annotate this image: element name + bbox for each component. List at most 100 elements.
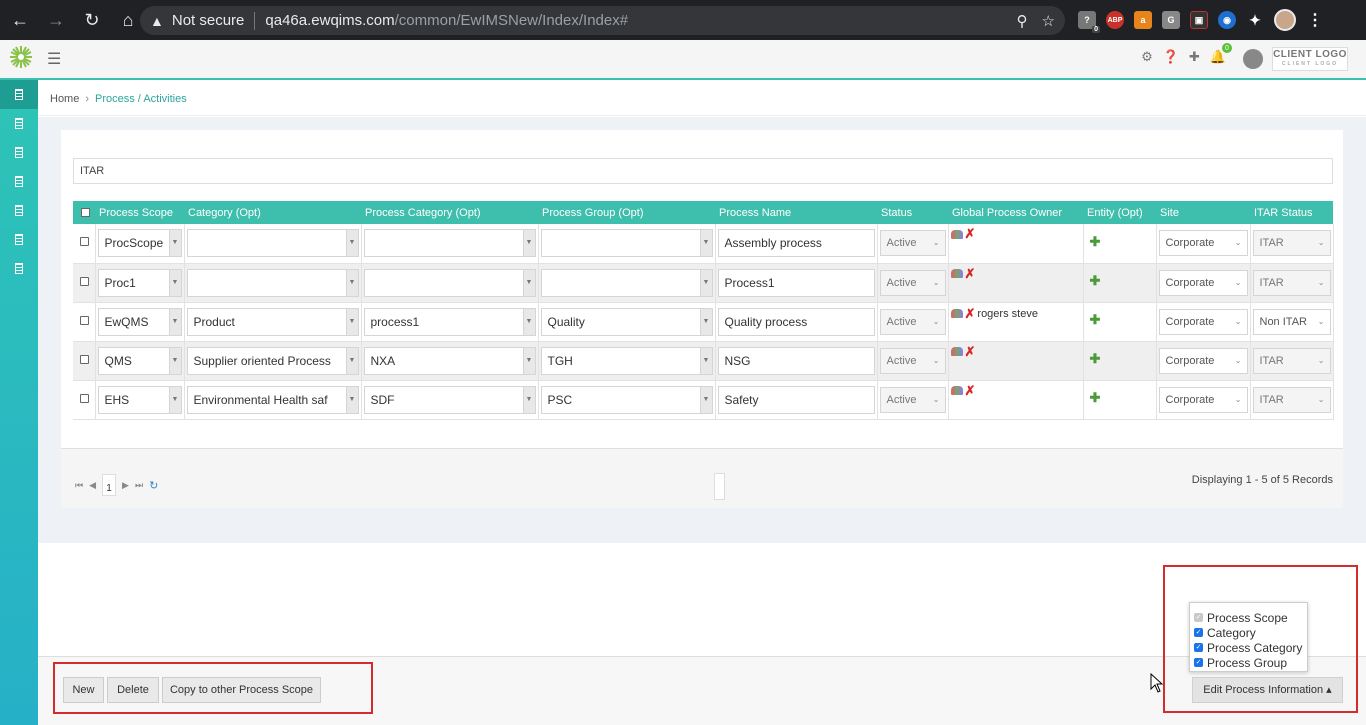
column-header[interactable]: Process Category (Opt) — [361, 201, 538, 224]
dropdown-arrow-icon[interactable]: ▼ — [345, 269, 358, 296]
remove-x-icon[interactable]: ✗ — [965, 384, 976, 397]
process-group-combo[interactable]: Quality ▼ — [540, 307, 713, 336]
row-checkbox[interactable] — [80, 393, 89, 403]
row-checkbox[interactable] — [80, 276, 89, 286]
add-entity-icon[interactable]: ✚ — [1090, 273, 1101, 289]
sidebar-item-1[interactable] — [0, 80, 38, 109]
dropdown-arrow-icon[interactable]: ▼ — [168, 386, 181, 413]
checkbox-checked-icon[interactable]: ✓ — [1194, 658, 1203, 667]
dropdown-arrow-icon[interactable]: ▼ — [168, 347, 181, 374]
people-icon[interactable] — [950, 269, 963, 278]
shopping-icon[interactable]: a — [1134, 11, 1152, 29]
category-combo[interactable]: Supplier oriented Process ▼ — [186, 346, 359, 375]
process-scope-combo[interactable]: EHS ▼ — [97, 385, 182, 414]
status-select[interactable]: Active ⌄ — [879, 308, 946, 335]
site-select[interactable]: Corporate ⌄ — [1158, 347, 1248, 374]
process-scope-combo[interactable]: QMS ▼ — [97, 346, 182, 375]
reload-icon[interactable]: ↻ — [76, 4, 108, 36]
dropdown-arrow-icon[interactable]: ▼ — [699, 347, 712, 374]
add-entity-icon[interactable]: ✚ — [1090, 234, 1101, 250]
status-select[interactable]: Active ⌄ — [879, 269, 946, 296]
user-avatar[interactable] — [1243, 49, 1263, 69]
dropdown-arrow-icon[interactable]: ▼ — [522, 347, 535, 374]
add-plus-icon[interactable]: ✚ — [1189, 49, 1200, 65]
process-name-input[interactable]: NSG — [717, 346, 875, 375]
breadcrumb-current[interactable]: Process / Activities — [95, 93, 187, 105]
column-option[interactable]: ✓ Process Category — [1194, 640, 1307, 655]
column-header[interactable]: Process Group (Opt) — [538, 201, 715, 224]
refresh-icon[interactable]: ↻ — [149, 479, 158, 492]
sidebar-item-2[interactable] — [0, 109, 38, 138]
back-icon[interactable]: ← — [4, 4, 36, 36]
add-entity-icon[interactable]: ✚ — [1090, 312, 1101, 328]
sidebar-item-3[interactable] — [0, 138, 38, 167]
page-number[interactable]: 1 — [102, 474, 117, 496]
menu-kebab-icon[interactable]: ⋮ — [1306, 11, 1324, 29]
status-select[interactable]: Active ⌄ — [879, 386, 946, 413]
row-checkbox[interactable] — [80, 315, 89, 325]
sidebar-item-5[interactable] — [0, 196, 38, 225]
dropdown-arrow-icon[interactable]: ▼ — [522, 386, 535, 413]
column-option[interactable]: ✓ Process Scope — [1194, 610, 1307, 625]
process-group-combo[interactable]: ▼ — [540, 268, 713, 297]
process-category-combo[interactable]: ▼ — [363, 229, 536, 258]
adblock-icon[interactable]: ABP — [1106, 11, 1124, 29]
process-name-input[interactable]: Quality process — [717, 307, 875, 336]
dropdown-arrow-icon[interactable]: ▼ — [345, 347, 358, 374]
column-option[interactable]: ✓ Category — [1194, 625, 1307, 640]
column-header[interactable]: ITAR Status — [1250, 201, 1333, 224]
process-category-combo[interactable]: process1 ▼ — [363, 307, 536, 336]
dropdown-arrow-icon[interactable]: ▼ — [699, 230, 712, 257]
column-header[interactable]: Entity (Opt) — [1083, 201, 1156, 224]
dropdown-arrow-icon[interactable]: ▼ — [168, 269, 181, 296]
forward-icon[interactable]: → — [40, 4, 72, 36]
dropdown-arrow-icon[interactable]: ▼ — [699, 386, 712, 413]
hamburger-menu-icon[interactable]: ☰ — [47, 49, 61, 69]
itar-status-select[interactable]: ITAR ⌄ — [1252, 347, 1331, 374]
status-select[interactable]: Active ⌄ — [879, 347, 946, 374]
settings-gear-icon[interactable]: ⚙ — [1141, 49, 1153, 65]
site-select[interactable]: Corporate ⌄ — [1158, 269, 1248, 296]
grammar-icon[interactable]: G — [1162, 11, 1180, 29]
process-name-input[interactable]: Safety — [717, 385, 875, 414]
remove-x-icon[interactable]: ✗ — [965, 227, 976, 240]
dropdown-arrow-icon[interactable]: ▼ — [168, 308, 181, 335]
process-group-combo[interactable]: ▼ — [540, 229, 713, 258]
extension-help-icon[interactable]: ? 0 — [1078, 11, 1100, 33]
process-category-combo[interactable]: ▼ — [363, 268, 536, 297]
process-category-combo[interactable]: SDF ▼ — [363, 385, 536, 414]
help-icon[interactable]: ❓ — [1163, 49, 1179, 65]
checkbox-checked-icon[interactable]: ✓ — [1194, 643, 1203, 652]
process-name-input[interactable]: Assembly process — [717, 229, 875, 258]
column-option[interactable]: ✓ Process Group — [1194, 655, 1307, 670]
puzzle-icon[interactable]: ✦ — [1246, 11, 1264, 29]
people-icon[interactable] — [950, 309, 963, 318]
dropdown-arrow-icon[interactable]: ▼ — [168, 230, 181, 257]
column-header[interactable]: Global Process Owner — [948, 201, 1083, 224]
site-select[interactable]: Corporate ⌄ — [1158, 386, 1248, 413]
select-all-checkbox[interactable] — [81, 208, 90, 218]
zoom-icon[interactable]: ⚲ — [1017, 12, 1028, 30]
edit-process-info-button[interactable]: Edit Process Information ▴ — [1192, 677, 1343, 703]
dropdown-arrow-icon[interactable]: ▼ — [522, 308, 535, 335]
itar-status-select[interactable]: ITAR ⌄ — [1252, 386, 1331, 413]
process-group-combo[interactable]: PSC ▼ — [540, 385, 713, 414]
process-scope-combo[interactable]: Proc1 ▼ — [97, 268, 182, 297]
process-group-combo[interactable]: TGH ▼ — [540, 346, 713, 375]
sidebar-item-4[interactable] — [0, 167, 38, 196]
dropdown-arrow-icon[interactable]: ▼ — [345, 230, 358, 257]
people-icon[interactable] — [950, 229, 963, 239]
people-icon[interactable] — [950, 386, 963, 395]
dropdown-arrow-icon[interactable]: ▼ — [345, 308, 358, 335]
address-bar[interactable]: ▲ Not secure qa46a.ewqims.com/common/EwI… — [140, 6, 1065, 35]
breadcrumb-home[interactable]: Home — [50, 93, 79, 105]
column-header[interactable]: Process Name — [715, 201, 877, 224]
column-header[interactable]: Category (Opt) — [184, 201, 361, 224]
remove-x-icon[interactable]: ✗ — [965, 307, 976, 320]
category-combo[interactable]: ▼ — [186, 268, 359, 297]
first-page-icon[interactable]: ⏮ — [75, 480, 83, 491]
row-checkbox[interactable] — [80, 237, 89, 247]
dropdown-arrow-icon[interactable]: ▼ — [522, 269, 535, 296]
status-select[interactable]: Active ⌄ — [879, 230, 946, 257]
dropdown-arrow-icon[interactable]: ▼ — [699, 308, 712, 335]
